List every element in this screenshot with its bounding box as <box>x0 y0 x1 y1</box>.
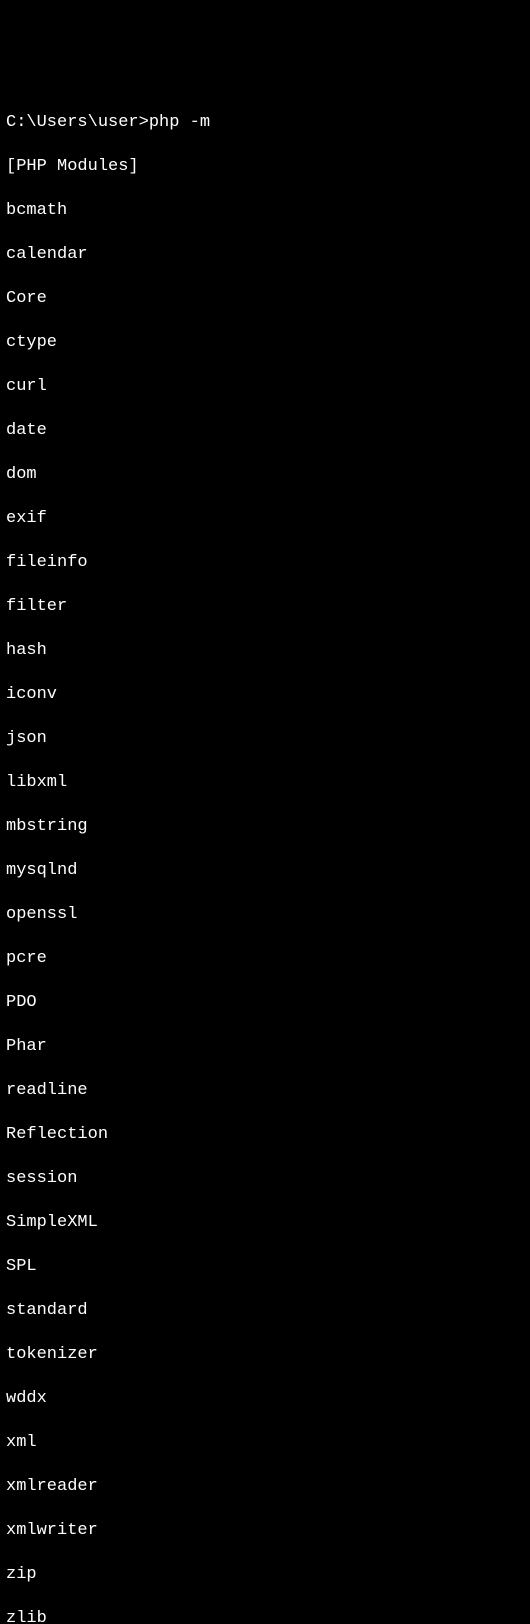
module-item: date <box>6 420 524 442</box>
module-item: pcre <box>6 948 524 970</box>
module-item: xmlwriter <box>6 1520 524 1542</box>
module-item: iconv <box>6 684 524 706</box>
module-item: wddx <box>6 1388 524 1410</box>
module-item: bcmath <box>6 200 524 222</box>
module-item: hash <box>6 640 524 662</box>
module-item: dom <box>6 464 524 486</box>
module-item: fileinfo <box>6 552 524 574</box>
command-line: C:\Users\user>php -m <box>6 112 524 134</box>
php-modules-header: [PHP Modules] <box>6 156 524 178</box>
module-item: readline <box>6 1080 524 1102</box>
module-item: session <box>6 1168 524 1190</box>
module-item: Reflection <box>6 1124 524 1146</box>
module-item: json <box>6 728 524 750</box>
module-item: SPL <box>6 1256 524 1278</box>
terminal-output: C:\Users\user>php -m [PHP Modules] bcmat… <box>6 90 524 1624</box>
module-item: xmlreader <box>6 1476 524 1498</box>
module-item: Phar <box>6 1036 524 1058</box>
module-item: mbstring <box>6 816 524 838</box>
module-item: exif <box>6 508 524 530</box>
module-item: ctype <box>6 332 524 354</box>
command-text: php -m <box>149 113 210 132</box>
module-item: curl <box>6 376 524 398</box>
prompt-text: C:\Users\user> <box>6 113 149 132</box>
module-item: xml <box>6 1432 524 1454</box>
module-item: PDO <box>6 992 524 1014</box>
module-item: filter <box>6 596 524 618</box>
module-item: Core <box>6 288 524 310</box>
module-item: libxml <box>6 772 524 794</box>
module-item: openssl <box>6 904 524 926</box>
module-item: mysqlnd <box>6 860 524 882</box>
module-item: zip <box>6 1564 524 1586</box>
module-item: tokenizer <box>6 1344 524 1366</box>
module-item: zlib <box>6 1608 524 1624</box>
module-item: standard <box>6 1300 524 1322</box>
module-item: SimpleXML <box>6 1212 524 1234</box>
module-item: calendar <box>6 244 524 266</box>
